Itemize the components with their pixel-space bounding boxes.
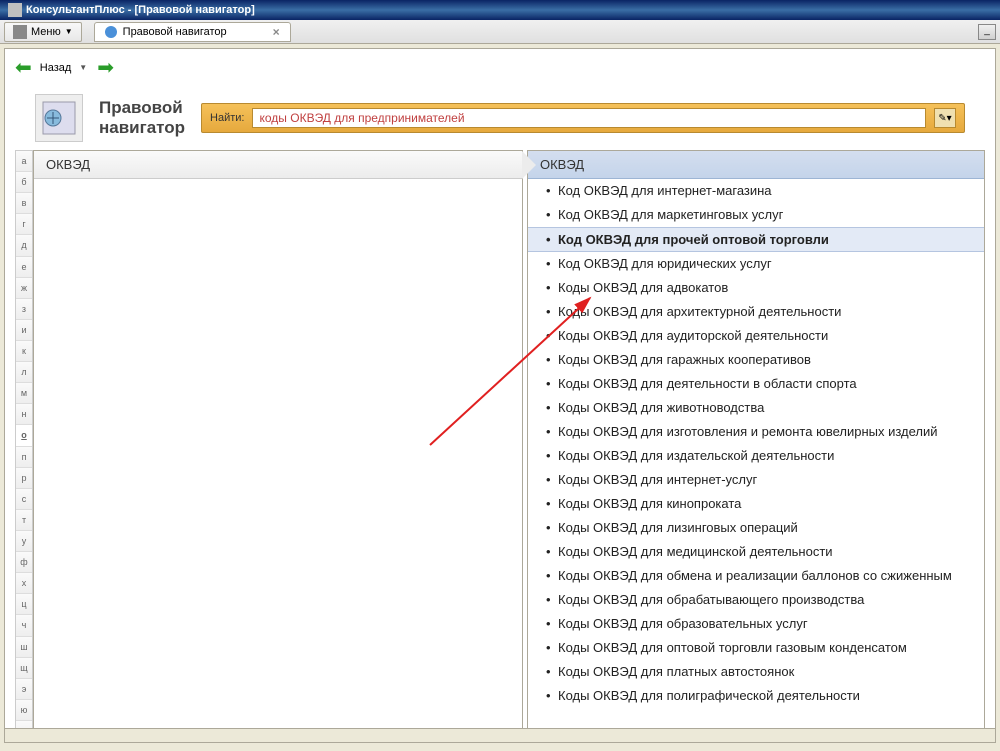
list-item[interactable]: Коды ОКВЭД для животноводства (528, 396, 984, 420)
alpha-btn-р[interactable]: р (16, 468, 32, 489)
back-label: Назад (40, 62, 72, 74)
list-item[interactable]: Код ОКВЭД для маркетинговых услуг (528, 203, 984, 227)
close-icon[interactable]: × (273, 25, 280, 39)
list-item[interactable]: Коды ОКВЭД для гаражных кооперативов (528, 348, 984, 372)
left-panel: ОКВЭД (33, 150, 523, 743)
alpha-btn-т[interactable]: т (16, 510, 32, 531)
alpha-btn-и[interactable]: и (16, 320, 32, 341)
forward-arrow-icon[interactable]: ➡ (97, 55, 114, 80)
alpha-btn-п[interactable]: п (16, 447, 32, 468)
main-panels: абвгдежзиклмнопрстуфхцчшщэюя ОКВЭД ОКВЭД… (15, 150, 985, 743)
list-item[interactable]: Коды ОКВЭД для кинопроката (528, 492, 984, 516)
list-item[interactable]: Коды ОКВЭД для образовательных услуг (528, 612, 984, 636)
alpha-btn-н[interactable]: н (16, 404, 32, 425)
nav-toolbar: ⬅ Назад ▼ ➡ (5, 49, 995, 86)
titlebar: КонсультантПлюс - [Правовой навигатор] (0, 0, 1000, 20)
list-item[interactable]: Код ОКВЭД для юридических услуг (528, 252, 984, 276)
list-item[interactable]: Коды ОКВЭД для деятельности в области сп… (528, 372, 984, 396)
alpha-btn-ц[interactable]: ц (16, 594, 32, 615)
tab-label: Правовой навигатор (123, 26, 227, 38)
alpha-btn-щ[interactable]: щ (16, 658, 32, 679)
tab-area: Правовой навигатор × (86, 22, 978, 42)
list-item[interactable]: Коды ОКВЭД для лизинговых операций (528, 516, 984, 540)
alpha-btn-х[interactable]: х (16, 573, 32, 594)
list-item[interactable]: Коды ОКВЭД для издательской деятельности (528, 444, 984, 468)
menu-button[interactable]: Меню ▼ (4, 22, 82, 42)
navigator-icon (35, 94, 83, 142)
list-item[interactable]: Коды ОКВЭД для медицинской деятельности (528, 540, 984, 564)
alpha-btn-ф[interactable]: ф (16, 552, 32, 573)
tab-navigator[interactable]: Правовой навигатор × (94, 22, 291, 42)
right-panel-header: ОКВЭД (528, 151, 984, 179)
window-title: КонсультантПлюс - [Правовой навигатор] (26, 4, 255, 16)
menu-icon (13, 25, 27, 39)
menubar: Меню ▼ Правовой навигатор × _ (0, 20, 1000, 44)
alpha-btn-к[interactable]: к (16, 341, 32, 362)
alpha-btn-ю[interactable]: ю (16, 700, 32, 721)
list-item[interactable]: Коды ОКВЭД для аудиторской деятельности (528, 324, 984, 348)
search-box: Найти: ✎▾ (201, 103, 965, 133)
list-item[interactable]: Коды ОКВЭД для интернет-услуг (528, 468, 984, 492)
results-list[interactable]: Код ОКВЭД для интернет-магазинаКод ОКВЭД… (528, 179, 984, 742)
compass-icon (105, 26, 117, 38)
alpha-btn-о[interactable]: о (16, 425, 32, 446)
list-item[interactable]: Коды ОКВЭД для архитектурной деятельност… (528, 300, 984, 324)
section-title: Правовой навигатор (99, 98, 185, 139)
list-item[interactable]: Коды ОКВЭД для изготовления и ремонта юв… (528, 420, 984, 444)
window-controls: _ (978, 24, 996, 40)
alpha-btn-м[interactable]: м (16, 383, 32, 404)
alpha-btn-с[interactable]: с (16, 489, 32, 510)
minimize-button[interactable]: _ (978, 24, 996, 40)
title-line1: Правовой (99, 98, 185, 118)
alpha-index: абвгдежзиклмнопрстуфхцчшщэюя (15, 150, 33, 743)
alpha-btn-е[interactable]: е (16, 257, 32, 278)
search-section: Правовой навигатор Найти: ✎▾ (5, 86, 995, 150)
back-dropdown-icon[interactable]: ▼ (79, 63, 87, 72)
app-icon (8, 3, 22, 17)
alpha-btn-э[interactable]: э (16, 679, 32, 700)
list-item[interactable]: Коды ОКВЭД для платных автостоянок (528, 660, 984, 684)
alpha-btn-з[interactable]: з (16, 299, 32, 320)
alpha-btn-ш[interactable]: ш (16, 637, 32, 658)
alpha-btn-ч[interactable]: ч (16, 615, 32, 636)
title-line2: навигатор (99, 118, 185, 138)
alpha-btn-ж[interactable]: ж (16, 278, 32, 299)
list-item[interactable]: Коды ОКВЭД для обмена и реализации балло… (528, 564, 984, 588)
search-clear-button[interactable]: ✎▾ (934, 108, 956, 128)
menu-label: Меню (31, 26, 61, 38)
list-item[interactable]: Код ОКВЭД для интернет-магазина (528, 179, 984, 203)
list-item[interactable]: Коды ОКВЭД для обрабатывающего производс… (528, 588, 984, 612)
alpha-btn-у[interactable]: у (16, 531, 32, 552)
right-panel: ОКВЭД Код ОКВЭД для интернет-магазинаКод… (527, 150, 985, 743)
search-input[interactable] (252, 108, 926, 128)
list-item[interactable]: Коды ОКВЭД для оптовой торговли газовым … (528, 636, 984, 660)
alpha-btn-а[interactable]: а (16, 151, 32, 172)
list-item[interactable]: Код ОКВЭД для прочей оптовой торговли (528, 227, 984, 252)
content-area: ⬅ Назад ▼ ➡ Правовой навигатор Найти: ✎▾… (4, 48, 996, 743)
list-item[interactable]: Коды ОКВЭД для адвокатов (528, 276, 984, 300)
alpha-btn-б[interactable]: б (16, 172, 32, 193)
alpha-btn-л[interactable]: л (16, 362, 32, 383)
list-item[interactable]: Коды ОКВЭД для полиграфической деятельно… (528, 684, 984, 708)
statusbar (5, 728, 995, 742)
alpha-btn-д[interactable]: д (16, 235, 32, 256)
left-panel-header[interactable]: ОКВЭД (34, 151, 522, 179)
search-label: Найти: (210, 112, 244, 124)
alpha-btn-в[interactable]: в (16, 193, 32, 214)
alpha-btn-г[interactable]: г (16, 214, 32, 235)
back-arrow-icon[interactable]: ⬅ (15, 55, 32, 80)
chevron-down-icon: ▼ (65, 27, 73, 36)
